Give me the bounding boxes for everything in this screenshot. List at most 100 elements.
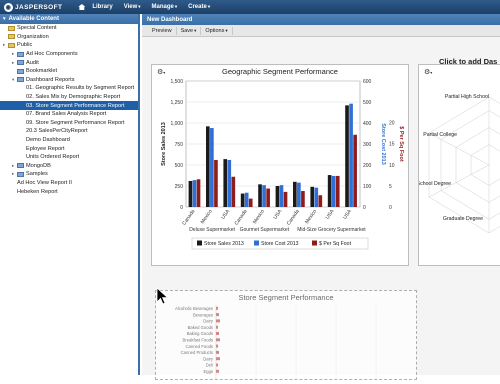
y-category-label: Beverages (193, 312, 213, 317)
y-category-label: Breakfast Foods (183, 338, 214, 343)
expander-icon[interactable]: ▸ (12, 163, 16, 169)
y2-tick-label: 0 (363, 205, 366, 211)
tree-item[interactable]: Special Content (0, 24, 138, 33)
category-bar (216, 319, 220, 323)
home-icon[interactable] (78, 4, 86, 10)
y2-tick-label: 500 (363, 100, 372, 106)
bar-store-cost (349, 103, 353, 207)
tree-item[interactable]: 01. Geographic Results by Segment Report (0, 84, 138, 93)
x-tick-label: Canada (234, 209, 249, 227)
category-bar (216, 338, 220, 342)
y-category-label: Baked Goods (188, 325, 213, 330)
tree-item[interactable]: Organization (0, 33, 138, 42)
tree-item[interactable]: 02. Sales Mix by Demographic Report (0, 93, 138, 102)
tree-item[interactable]: 07. Brand Sales Analysis Report (0, 110, 138, 119)
save-button-label: Save (180, 27, 194, 34)
x-tick-label: Canada (181, 209, 196, 227)
tree-item[interactable]: ▸ Samples (0, 170, 138, 179)
tree-item-label: Samples (26, 171, 48, 178)
x-group-label: Mid-Size Grocery (297, 227, 336, 233)
collapse-icon[interactable]: ▾ (3, 16, 6, 22)
expander-icon[interactable]: ▸ (3, 42, 7, 48)
bar-store-sales (188, 180, 193, 207)
dashboard-canvas[interactable]: Click to add Das ⚙▾ Geographic Segment P… (142, 37, 500, 380)
tree-item[interactable]: Ad Hoc View Report II (0, 179, 138, 188)
tree-item[interactable]: Units Ordered Report (0, 153, 138, 162)
store-segment-dashlet[interactable]: Store Segment Performance Alcoholic Bever… (155, 290, 417, 380)
x-group-label: Gourmet Supermarket (240, 227, 290, 233)
chevron-down-icon: ▾ (138, 4, 141, 9)
bar-store-sales (223, 159, 228, 207)
x-tick-label: USA (325, 208, 336, 220)
menu-view[interactable]: View ▾ (124, 4, 141, 10)
legend-label: Store Sales 2013 (204, 241, 244, 247)
mouse-cursor-icon (156, 287, 169, 305)
expander-icon[interactable]: ▸ (12, 60, 16, 66)
y3-tick-label: 5 (389, 184, 392, 190)
education-chart-dashlet[interactable]: ⚙▾ Partial High School Partial College Hig… (405, 64, 500, 266)
expander-icon[interactable]: ▸ (12, 171, 16, 177)
menu-create-label: Create (188, 4, 207, 10)
options-button-label: Options (205, 27, 225, 34)
dashlet-menu-button[interactable]: ⚙▾ (157, 68, 165, 76)
tree-item[interactable]: 09. Store Segment Performance Report (0, 119, 138, 128)
tree-item[interactable]: 03. Store Segment Performance Report (0, 101, 138, 110)
tree-item[interactable]: Hebeken Report (0, 187, 138, 196)
y-tick-label: 1,000 (170, 121, 183, 127)
tree-item[interactable]: Eployee Report (0, 144, 138, 153)
save-button[interactable]: Save ▾ (177, 26, 202, 35)
folder-icon (17, 163, 24, 169)
menu-manage[interactable]: Manage ▾ (152, 4, 178, 10)
bar-per-sq-foot (196, 179, 201, 207)
category-bar (216, 369, 219, 373)
category-bar (216, 313, 219, 317)
chevron-down-icon: ▾ (430, 70, 433, 75)
category-bar (216, 363, 218, 367)
bar-store-sales (275, 186, 280, 207)
tree-item[interactable]: 20.3 SalesPerCityReport (0, 127, 138, 136)
expanded-icon[interactable]: ▾ (12, 77, 16, 83)
expander-icon[interactable]: ▸ (12, 51, 16, 57)
x-tick-label: Mexico (304, 209, 318, 226)
jaspersoft-logo[interactable]: ◉ JASPERSOFT (4, 2, 62, 12)
tree-item[interactable]: ▸ Public (0, 41, 138, 50)
menu-create[interactable]: Create ▾ (188, 4, 210, 10)
y3-axis-title: $ Per Sq Foot (398, 126, 404, 162)
store-segment-chart: Store Segment Performance Alcoholic Bever… (175, 293, 377, 379)
dashlet-menu-button[interactable]: ⚙▾ (424, 68, 432, 76)
tree-item[interactable]: ▸ Audit (0, 58, 138, 67)
bar-store-sales (240, 193, 245, 207)
bar-store-sales (206, 126, 210, 207)
chart-title: Geographic Segment Performance (222, 67, 338, 76)
tree-item-label: 20.3 SalesPerCityReport (26, 128, 88, 135)
options-button[interactable]: Options ▾ (201, 26, 233, 35)
tree-item[interactable]: Bookmarklet (0, 67, 138, 76)
legend-swatch (197, 240, 202, 246)
legend-swatch (254, 240, 259, 246)
dashboard-toolbar: Preview Save ▾ Options ▾ (142, 25, 500, 37)
logo-icon: ◉ (4, 2, 13, 12)
folder-icon (17, 171, 24, 177)
bar-store-sales (327, 175, 332, 207)
menu-view-label: View (123, 4, 138, 10)
y-category-label: Eggs (203, 369, 213, 374)
y-category-label: Deli (206, 363, 213, 368)
x-group-label: Deluxe Supermarket (189, 227, 235, 233)
x-tick-label: USA (220, 208, 231, 220)
available-content-header[interactable]: ▾ Available Content (0, 14, 138, 24)
y3-tick-label: 0 (389, 205, 392, 211)
tree-item-label: MongoDB (26, 162, 51, 169)
tree-item[interactable]: ▸ MongoDB (0, 162, 138, 171)
menu-library[interactable]: Library (92, 4, 112, 10)
folder-icon (17, 68, 24, 74)
geographic-chart-dashlet[interactable]: ⚙▾ Geographic Segment Performance 0 250 500… (151, 64, 409, 266)
preview-button[interactable]: Preview (148, 26, 177, 35)
tree-item[interactable]: ▸ Ad Hoc Components (0, 50, 138, 59)
y3-tick-label: 10 (389, 163, 395, 169)
radar-grid (470, 144, 500, 186)
radar-axis-label: High School Degree (419, 181, 451, 187)
tree-item[interactable]: ▾ Dashboard Reports (0, 76, 138, 85)
bar-store-cost (244, 192, 249, 207)
bar-store-cost (314, 187, 319, 207)
tree-item[interactable]: Demo Dashboard (0, 136, 138, 145)
